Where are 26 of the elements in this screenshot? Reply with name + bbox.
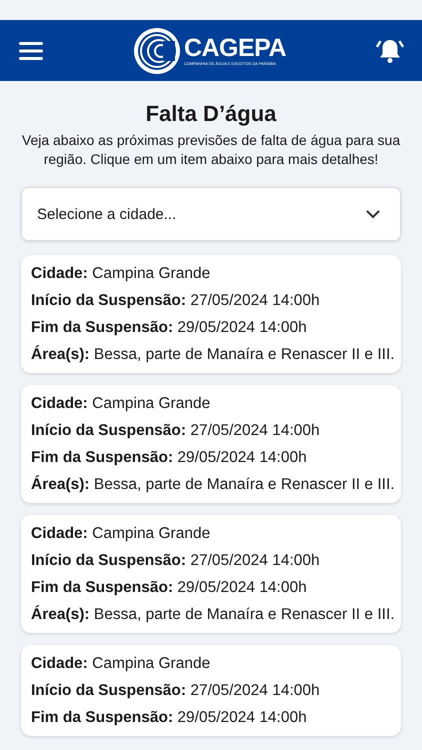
notice-detail: Área(s): Bessa, parte de Manaíra e Renascer II e III. <box>31 474 391 495</box>
logo-icon <box>132 26 181 74</box>
notice-detail: Cidade: Campina Grande <box>31 394 212 414</box>
notice-detail: Início da Suspensão: 27/05/2024 14:00h <box>31 291 321 311</box>
notice-detail: Fim da Suspensão: 29/05/2024 14:00h <box>31 448 308 468</box>
notice-card[interactable]: Cidade: Campina Grande Início da Suspensão: 27/05/2024 14:00h Fim da Suspensão: 29/05/2024 14:00h <box>21 645 401 736</box>
notice-detail: Fim da Suspensão: 29/05/2024 14:00h <box>31 578 308 598</box>
chevron-down-icon <box>366 210 380 218</box>
city-select[interactable]: Selecione a cidade... <box>21 187 401 241</box>
logo-name: CAGEPA <box>184 36 286 60</box>
notice-detail: Fim da Suspensão: 29/05/2024 14:00h <box>31 708 308 728</box>
notice-card[interactable]: Cidade: Campina Grande Início da Suspensão: 27/05/2024 14:00h Fim da Suspensão: 29/05/2024 14:00h Área(s): Bessa, parte de Manaíra e Renascer II e III. <box>21 515 401 633</box>
notice-detail: Cidade: Campina Grande <box>31 264 212 284</box>
page-title: Falta D’água <box>144 101 278 127</box>
notice-detail: Área(s): Bessa, parte de Manaíra e Renascer II e III. <box>31 604 391 625</box>
notice-detail: Cidade: Campina Grande <box>31 654 212 674</box>
notice-detail: Fim da Suspensão: 29/05/2024 14:00h <box>31 318 308 338</box>
notice-detail: Início da Suspensão: 27/05/2024 14:00h <box>31 681 321 701</box>
notice-card[interactable]: Cidade: Campina Grande Início da Suspensão: 27/05/2024 14:00h Fim da Suspensão: 29/05/2024 14:00h Área(s): Bessa, parte de Manaíra e Renascer II e III. <box>21 385 401 503</box>
notice-card[interactable]: Cidade: Campina Grande Início da Suspensão: 27/05/2024 14:00h Fim da Suspensão: 29/05/2024 14:00h Área(s): Bessa, parte de Manaíra e Renascer II e III. <box>21 255 401 373</box>
notice-detail: Início da Suspensão: 27/05/2024 14:00h <box>31 421 321 441</box>
notice-detail: Início da Suspensão: 27/05/2024 14:00h <box>31 551 321 571</box>
page-description: Veja abaixo as próximas previsões de falta de água para sua região. Clique em um item abaixo para mais detalhes! <box>21 131 401 169</box>
menu-icon[interactable] <box>19 42 43 60</box>
notice-detail: Área(s): Bessa, parte de Manaíra e Renascer II e III. <box>31 344 391 365</box>
notice-detail: Cidade: Campina Grande <box>31 524 212 544</box>
